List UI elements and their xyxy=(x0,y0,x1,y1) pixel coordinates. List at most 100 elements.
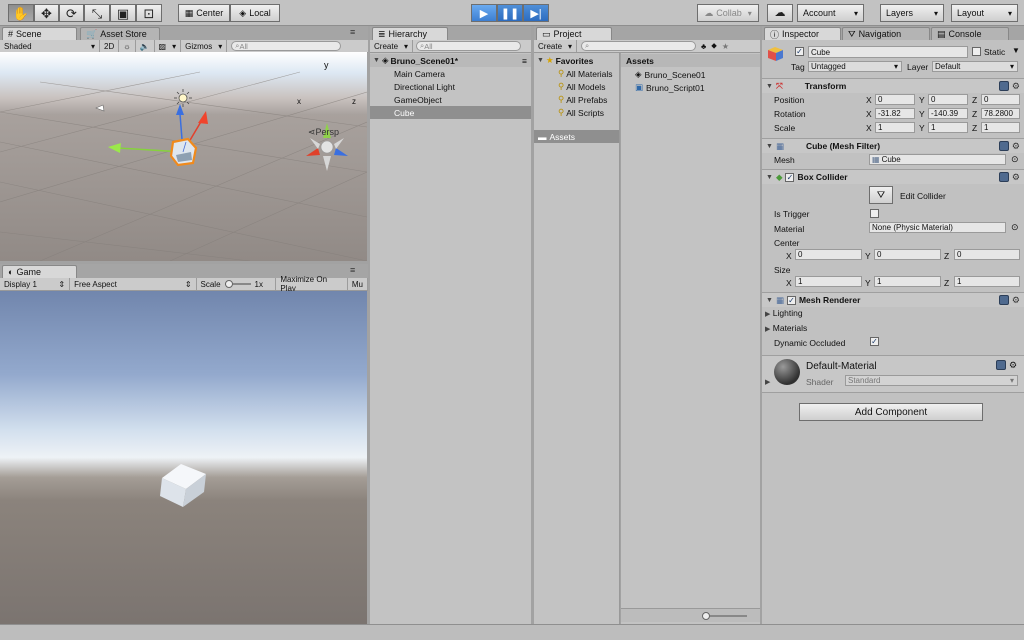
tag-dropdown[interactable]: Untagged xyxy=(808,61,902,72)
tab-navigation[interactable]: ⛛ Navigation xyxy=(842,27,930,40)
physic-material-field[interactable]: None (Physic Material) xyxy=(869,222,1006,233)
directional-light-gizmo[interactable] xyxy=(174,89,192,107)
gear-icon[interactable]: ⚙ xyxy=(1012,172,1020,183)
static-dropdown-icon[interactable]: ▼ xyxy=(1012,46,1020,55)
position-y-field[interactable]: 0 xyxy=(928,94,968,105)
object-picker-icon[interactable]: ⊙ xyxy=(1011,154,1019,165)
asset-item-scene[interactable]: ◈ Bruno_Scene01 xyxy=(621,68,760,81)
favorite-item-all-prefabs[interactable]: ⚲ All Prefabs xyxy=(534,93,619,106)
panel-menu-icon[interactable]: ≡ xyxy=(350,27,355,37)
materials-foldout[interactable]: ▶ Materials xyxy=(765,323,807,333)
mesh-renderer-enabled-checkbox[interactable]: ✓ xyxy=(786,295,796,305)
center-y-field[interactable]: 0 xyxy=(874,249,941,260)
favorite-item-all-scripts[interactable]: ⚲ All Scripts xyxy=(534,106,619,119)
object-name-field[interactable]: Cube xyxy=(808,46,968,58)
tab-project[interactable]: ▭ Project xyxy=(536,27,612,40)
scale-slider[interactable]: Scale 1x xyxy=(197,278,277,290)
scale-tool-button[interactable]: ⤡ xyxy=(84,4,110,22)
filter-type-icon[interactable]: ♣ xyxy=(701,42,706,51)
tab-scene[interactable]: # Scene xyxy=(2,27,77,40)
is-trigger-checkbox[interactable] xyxy=(870,209,879,218)
scene-root-row[interactable]: ▼ ◈ Bruno_Scene01* ≡ xyxy=(370,54,531,67)
gear-icon[interactable]: ⚙ xyxy=(1009,360,1017,371)
hand-tool-button[interactable]: ✋ xyxy=(8,4,34,22)
box-collider-enabled-checkbox[interactable]: ✓ xyxy=(785,172,795,182)
hierarchy-search-input[interactable]: ⌕ All xyxy=(416,41,522,51)
help-book-icon[interactable] xyxy=(998,140,1009,151)
collapsed-triangle-icon[interactable]: ▶ xyxy=(765,378,770,386)
hierarchy-item-directional-light[interactable]: Directional Light xyxy=(370,80,531,93)
dynamic-occluded-checkbox[interactable]: ✓ xyxy=(870,337,879,346)
rotation-x-field[interactable]: -31.82 xyxy=(875,108,915,119)
favorite-item-all-materials[interactable]: ⚲ All Materials xyxy=(534,67,619,80)
position-x-field[interactable]: 0 xyxy=(875,94,915,105)
mute-audio-toggle[interactable]: Mu xyxy=(348,278,369,290)
shading-mode-dropdown[interactable]: Shaded xyxy=(0,40,100,52)
icon-size-slider-track[interactable] xyxy=(707,615,747,617)
scale-y-field[interactable]: 1 xyxy=(928,122,968,133)
scene-view[interactable]: y x z ⋖Persp xyxy=(0,52,367,261)
collab-dropdown[interactable]: ☁ Collab xyxy=(697,4,759,22)
mode-2d-toggle[interactable]: 2D xyxy=(100,40,120,52)
icon-size-slider-thumb[interactable] xyxy=(702,612,710,620)
add-component-button[interactable]: Add Component xyxy=(799,403,983,421)
lighting-foldout[interactable]: ▶ Lighting xyxy=(765,308,803,318)
scale-x-field[interactable]: 1 xyxy=(875,122,915,133)
space-local-button[interactable]: ◈ Local xyxy=(230,4,280,22)
size-y-field[interactable]: 1 xyxy=(874,276,941,287)
favorite-item-all-models[interactable]: ⚲ All Models xyxy=(534,80,619,93)
favorite-star-icon[interactable]: ★ xyxy=(722,42,729,51)
gear-icon[interactable]: ⚙ xyxy=(1012,295,1020,306)
filter-label-icon[interactable]: ⬥ xyxy=(711,41,717,51)
lighting-toggle[interactable]: ☼ xyxy=(119,40,136,52)
scale-z-field[interactable]: 1 xyxy=(981,122,1020,133)
tab-inspector[interactable]: ⓘ Inspector xyxy=(764,27,841,40)
transform-header[interactable]: ▼ ⤧ Transform ⚙ xyxy=(762,78,1024,93)
center-x-field[interactable]: 0 xyxy=(795,249,862,260)
scale-slider-thumb[interactable] xyxy=(224,280,233,288)
mesh-object-field[interactable]: ▦ Cube xyxy=(869,154,1006,165)
cloud-services-button[interactable]: ☁ xyxy=(767,4,793,22)
box-collider-header[interactable]: ▼ ◆ ✓ Box Collider ⚙ xyxy=(762,169,1024,184)
camera-gizmo[interactable] xyxy=(95,104,105,112)
play-button[interactable]: ▶ xyxy=(471,4,497,22)
layers-dropdown[interactable]: Layers xyxy=(880,4,944,22)
scale-slider-track[interactable] xyxy=(224,280,251,288)
pause-button[interactable]: ❚❚ xyxy=(497,4,523,22)
move-tool-button[interactable]: ✥ xyxy=(34,4,59,22)
hierarchy-item-main-camera[interactable]: Main Camera xyxy=(370,67,531,80)
selected-cube[interactable] xyxy=(169,137,198,167)
help-book-icon[interactable] xyxy=(998,80,1009,91)
gear-icon[interactable]: ⚙ xyxy=(1012,141,1020,152)
account-dropdown[interactable]: Account xyxy=(797,4,864,22)
aspect-dropdown[interactable]: Free Aspect ⇕ xyxy=(70,278,197,290)
size-z-field[interactable]: 1 xyxy=(954,276,1020,287)
rotation-y-field[interactable]: -140.39 xyxy=(928,108,968,119)
game-view[interactable] xyxy=(0,291,367,624)
shader-dropdown[interactable]: Standard xyxy=(845,375,1018,386)
step-button[interactable]: ▶| xyxy=(523,4,549,22)
help-book-icon[interactable] xyxy=(996,360,1006,370)
layout-dropdown[interactable]: Layout xyxy=(951,4,1018,22)
favorites-row[interactable]: ▼ ★ Favorites xyxy=(534,54,619,67)
scene-menu-icon[interactable]: ≡ xyxy=(522,56,527,66)
hierarchy-item-cube[interactable]: Cube xyxy=(370,106,531,119)
assets-folder-row[interactable]: ▬ Assets xyxy=(534,130,619,143)
object-picker-icon[interactable]: ⊙ xyxy=(1011,222,1019,233)
tab-hierarchy[interactable]: ≣ Hierarchy xyxy=(372,27,448,40)
gizmos-dropdown[interactable]: Gizmos xyxy=(181,40,228,52)
maximize-on-play-toggle[interactable]: Maximize On Play xyxy=(276,275,348,293)
display-dropdown[interactable]: Display 1 ⇕ xyxy=(0,278,71,290)
tab-game[interactable]: ◐ Game xyxy=(2,265,77,278)
scene-search-input[interactable]: ⌕ All xyxy=(231,41,342,51)
gear-icon[interactable]: ⚙ xyxy=(1012,81,1020,92)
size-x-field[interactable]: 1 xyxy=(795,276,862,287)
panel-menu-icon[interactable]: ≡ xyxy=(350,265,355,275)
rect-tool-button[interactable]: ▣ xyxy=(110,4,136,22)
rotate-tool-button[interactable]: ⟳ xyxy=(59,4,84,22)
hierarchy-item-gameobject[interactable]: GameObject xyxy=(370,93,531,106)
effects-dropdown[interactable]: ▨ xyxy=(155,40,182,52)
project-search-input[interactable]: ⌕ xyxy=(581,41,697,51)
project-create-dropdown[interactable]: Create xyxy=(534,40,578,52)
rotation-z-field[interactable]: 78.2800 xyxy=(981,108,1020,119)
